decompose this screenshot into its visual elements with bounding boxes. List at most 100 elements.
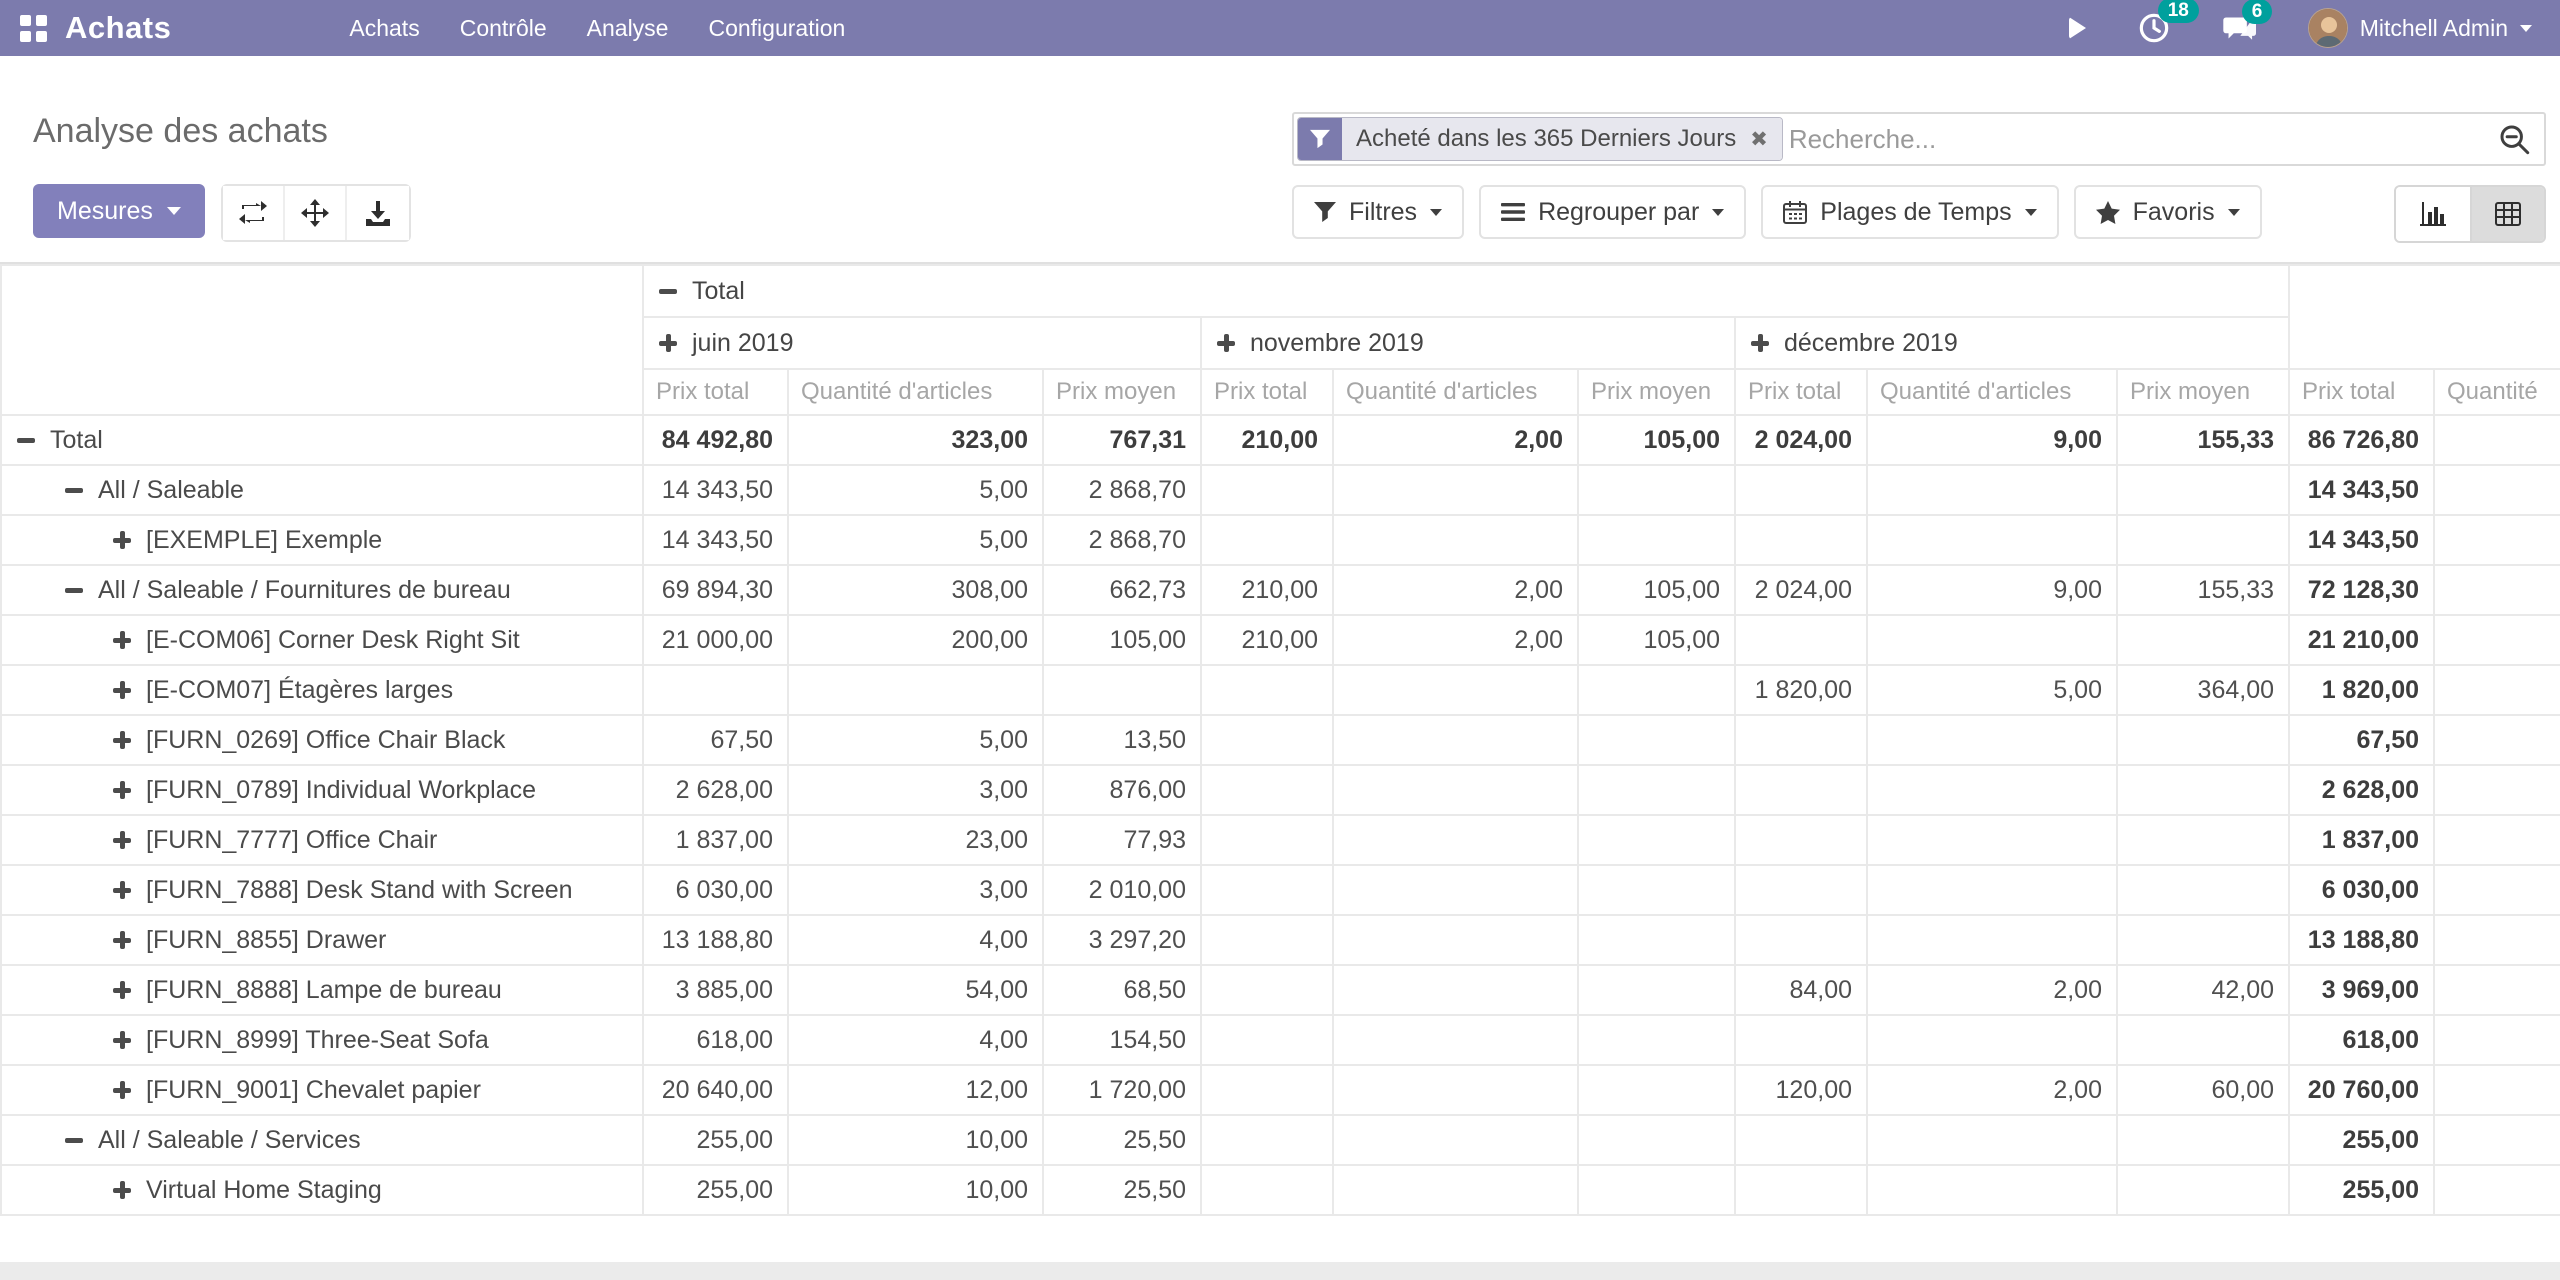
total-measure-header-prix-total[interactable]: Prix total xyxy=(2289,369,2434,415)
pivot-row: [EXEMPLE] Exemple14 343,505,002 868,7014… xyxy=(1,515,2560,565)
pivot-cell: 105,00 xyxy=(1578,615,1735,665)
row-header-label: [E-COM07] Étagères larges xyxy=(146,676,453,704)
star-icon xyxy=(2096,201,2120,224)
activities-button[interactable]: 18 xyxy=(2138,12,2170,44)
col-group-decembre-2019[interactable]: décembre 2019 xyxy=(1735,317,2289,369)
search-bar[interactable]: Acheté dans les 365 Derniers Jours ✖ xyxy=(1292,112,2546,166)
pivot-corner-cell xyxy=(1,265,643,415)
pivot-cell xyxy=(1735,815,1867,865)
row-header-all-saleable[interactable]: All / Saleable xyxy=(1,465,643,515)
row-header-e-com06-corner-desk-right-sit[interactable]: [E-COM06] Corner Desk Right Sit xyxy=(1,615,643,665)
pivot-cell xyxy=(1333,665,1578,715)
row-header-furn-8855-drawer[interactable]: [FURN_8855] Drawer xyxy=(1,915,643,965)
measures-button[interactable]: Mesures xyxy=(33,184,205,238)
apps-menu-icon[interactable] xyxy=(20,15,47,42)
pivot-body: Total84 492,80323,00767,31210,002,00105,… xyxy=(1,415,2560,1215)
row-header-furn-7888-desk-stand-with-screen[interactable]: [FURN_7888] Desk Stand with Screen xyxy=(1,865,643,915)
menu-achats[interactable]: Achats xyxy=(349,15,419,42)
measure-header-prix-total[interactable]: Prix total xyxy=(1201,369,1333,415)
pivot-row: Virtual Home Staging255,0010,0025,50255,… xyxy=(1,1165,2560,1215)
plus-icon xyxy=(112,1030,132,1050)
pivot-row: [FURN_8855] Drawer13 188,804,003 297,201… xyxy=(1,915,2560,965)
play-icon xyxy=(2069,17,2086,39)
row-header-exemple-exemple[interactable]: [EXEMPLE] Exemple xyxy=(1,515,643,565)
pivot-cell: 42,00 xyxy=(2117,965,2289,1015)
pivot-row: Total84 492,80323,00767,31210,002,00105,… xyxy=(1,415,2560,465)
menu-analyse[interactable]: Analyse xyxy=(587,15,669,42)
purchase-analysis-app: Achats Achats Contrôle Analyse Configuratio… xyxy=(0,0,2560,1280)
col-group-juin-2019[interactable]: juin 2019 xyxy=(643,317,1201,369)
pivot-cell: 2 868,70 xyxy=(1043,465,1201,515)
measure-header-quantite-d-articles[interactable]: Quantité d'articles xyxy=(1333,369,1578,415)
measure-header-quantite-d-articles[interactable]: Quantité d'articles xyxy=(1867,369,2117,415)
pivot-cell xyxy=(1867,1115,2117,1165)
pivot-cell: 255,00 xyxy=(643,1115,788,1165)
regrouper-par-button[interactable]: Regrouper par xyxy=(1479,185,1746,239)
pivot-cell: 13 188,80 xyxy=(643,915,788,965)
pivot-cell: 9,00 xyxy=(1867,415,2117,465)
row-header-label: [FURN_8888] Lampe de bureau xyxy=(146,976,502,1004)
pivot-cell xyxy=(1578,465,1735,515)
filter-facet[interactable]: Acheté dans les 365 Derniers Jours ✖ xyxy=(1297,117,1783,161)
row-header-virtual-home-staging[interactable]: Virtual Home Staging xyxy=(1,1165,643,1215)
row-header-e-com07-etageres-larges[interactable]: [E-COM07] Étagères larges xyxy=(1,665,643,715)
user-menu[interactable]: Mitchell Admin xyxy=(2308,8,2532,48)
measure-header-prix-total[interactable]: Prix total xyxy=(1735,369,1867,415)
pivot-cell: 86 726,80 xyxy=(2289,415,2434,465)
row-header-furn-8888-lampe-de-bureau[interactable]: [FURN_8888] Lampe de bureau xyxy=(1,965,643,1015)
measure-header-prix-moyen[interactable]: Prix moyen xyxy=(1043,369,1201,415)
view-bar-chart-button[interactable] xyxy=(2396,187,2470,241)
pivot-cell xyxy=(1201,465,1333,515)
pivot-cell: 2 024,00 xyxy=(1735,415,1867,465)
row-header-furn-9001-chevalet-papier[interactable]: [FURN_9001] Chevalet papier xyxy=(1,1065,643,1115)
row-header-furn-8999-three-seat-sofa[interactable]: [FURN_8999] Three-Seat Sofa xyxy=(1,1015,643,1065)
pivot-cell xyxy=(2117,615,2289,665)
favoris-button[interactable]: Favoris xyxy=(2074,185,2262,239)
measure-header-prix-moyen[interactable]: Prix moyen xyxy=(2117,369,2289,415)
pivot-row: [FURN_0789] Individual Workplace2 628,00… xyxy=(1,765,2560,815)
pivot-cell xyxy=(2434,465,2560,515)
app-brand[interactable]: Achats xyxy=(65,10,171,46)
pivot-cell: 308,00 xyxy=(788,565,1043,615)
pivot-row: [FURN_7888] Desk Stand with Screen6 030,… xyxy=(1,865,2560,915)
pivot-cell xyxy=(2117,815,2289,865)
pivot-cell: 3,00 xyxy=(788,765,1043,815)
facet-remove-icon[interactable]: ✖ xyxy=(1750,129,1768,150)
row-header-label: [FURN_8999] Three-Seat Sofa xyxy=(146,1026,489,1054)
pivot-cell xyxy=(2434,765,2560,815)
messages-button[interactable]: 6 xyxy=(2222,13,2256,43)
row-header-label: All / Saleable / Services xyxy=(98,1126,361,1154)
plages-de-temps-button[interactable]: Plages de Temps xyxy=(1761,185,2058,239)
flip-axis-button[interactable] xyxy=(223,186,285,240)
row-header-all-saleable-fournitures-de-bureau[interactable]: All / Saleable / Fournitures de bureau xyxy=(1,565,643,615)
search-input[interactable] xyxy=(1789,124,2498,155)
col-group-novembre-2019[interactable]: novembre 2019 xyxy=(1201,317,1735,369)
filtres-button[interactable]: Filtres xyxy=(1292,185,1464,239)
row-header-furn-0269-office-chair-black[interactable]: [FURN_0269] Office Chair Black xyxy=(1,715,643,765)
measure-header-prix-moyen[interactable]: Prix moyen xyxy=(1578,369,1735,415)
row-header-furn-7777-office-chair[interactable]: [FURN_7777] Office Chair xyxy=(1,815,643,865)
pivot-cell xyxy=(1867,465,2117,515)
col-header-total[interactable]: Total xyxy=(643,265,2289,317)
row-header-all-saleable-services[interactable]: All / Saleable / Services xyxy=(1,1115,643,1165)
download-button[interactable] xyxy=(347,186,409,240)
pivot-cell: 155,33 xyxy=(2117,565,2289,615)
pivot-cell xyxy=(643,665,788,715)
menu-controle[interactable]: Contrôle xyxy=(460,15,547,42)
horizontal-scrollbar[interactable] xyxy=(0,1262,2560,1280)
pivot-cell xyxy=(1735,515,1867,565)
pivot-cell: 2,00 xyxy=(1333,415,1578,465)
pivot-cell: 10,00 xyxy=(788,1115,1043,1165)
total-measure-header-quantite[interactable]: Quantité xyxy=(2434,369,2560,415)
row-header-furn-0789-individual-workplace[interactable]: [FURN_0789] Individual Workplace xyxy=(1,765,643,815)
pivot-cell xyxy=(2117,515,2289,565)
search-options-icon[interactable] xyxy=(2498,123,2530,155)
menu-configuration[interactable]: Configuration xyxy=(708,15,845,42)
filtres-label: Filtres xyxy=(1349,198,1417,227)
play-button[interactable] xyxy=(2069,17,2086,39)
expand-all-button[interactable] xyxy=(285,186,347,240)
measure-header-quantite-d-articles[interactable]: Quantité d'articles xyxy=(788,369,1043,415)
row-header-total[interactable]: Total xyxy=(1,415,643,465)
view-pivot-button[interactable] xyxy=(2470,187,2544,241)
measure-header-prix-total[interactable]: Prix total xyxy=(643,369,788,415)
